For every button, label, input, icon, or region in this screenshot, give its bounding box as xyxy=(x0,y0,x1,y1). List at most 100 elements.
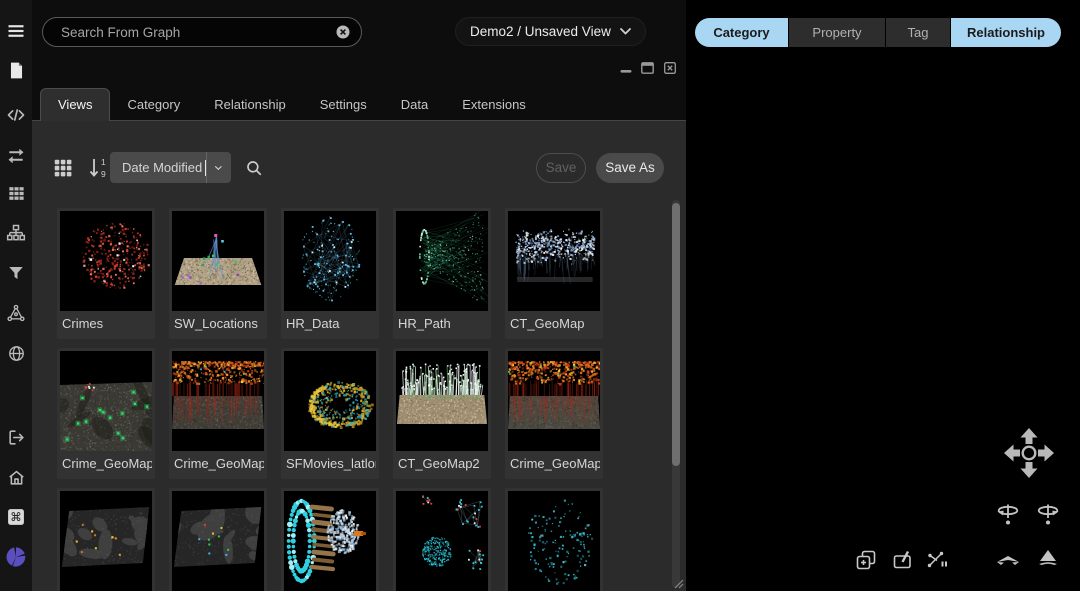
view-card[interactable] xyxy=(169,488,267,591)
project-view-selector[interactable]: Demo2 / Unsaved View xyxy=(455,17,646,46)
view-card-label: HR_Path xyxy=(396,311,488,336)
view-card[interactable]: Crime_GeoMap1 xyxy=(57,348,155,479)
view-card[interactable]: Crimes xyxy=(57,208,155,339)
sign-out-icon[interactable] xyxy=(5,426,27,448)
view-card[interactable]: HR_Path xyxy=(393,208,491,339)
main-tab-bar: Views Category Relationship Settings Dat… xyxy=(32,88,686,121)
svg-text:9: 9 xyxy=(101,169,106,179)
legend-tab-tag[interactable]: Tag xyxy=(886,18,950,47)
close-icon[interactable] xyxy=(663,62,676,75)
sort-field-select[interactable]: Date Modified xyxy=(110,152,231,183)
view-thumbnail xyxy=(60,351,152,451)
view-thumbnail xyxy=(172,211,264,311)
view-thumbnail xyxy=(284,351,376,451)
legend-tab-property[interactable]: Property xyxy=(789,18,885,47)
filter-icon[interactable] xyxy=(5,262,27,284)
sort-field-value: Date Modified xyxy=(110,160,202,175)
view-card[interactable]: Crime_GeoMap2 xyxy=(169,348,267,479)
view-thumbnail xyxy=(396,211,488,311)
home-icon[interactable] xyxy=(5,466,27,488)
view-card-label: HR_Data xyxy=(284,311,376,336)
layout-pause-icon[interactable] xyxy=(926,549,948,571)
view-thumbnail xyxy=(284,211,376,311)
view-thumbnail xyxy=(284,491,376,591)
views-grid: Crimes SW_Locations HR_Data HR_Path CT_GeoMa… xyxy=(57,208,603,591)
grid-view-icon[interactable] xyxy=(52,157,74,179)
search-icon[interactable] xyxy=(245,159,263,177)
view-card-label: SW_Locations xyxy=(172,311,264,336)
code-icon[interactable] xyxy=(5,104,27,126)
sort-numeric-icon[interactable]: 19 xyxy=(88,156,108,180)
maximize-icon[interactable] xyxy=(641,62,654,75)
view-thumbnail xyxy=(508,351,600,451)
view-card[interactable] xyxy=(57,488,155,591)
chevron-down-icon xyxy=(215,164,222,172)
view-card[interactable]: Crime_GeoMap2 xyxy=(505,348,603,479)
pan-left-icon xyxy=(1004,445,1020,462)
pan-down-icon xyxy=(1021,462,1038,478)
table-icon[interactable] xyxy=(5,182,27,204)
rotate-right-icon[interactable] xyxy=(1035,502,1061,528)
main-panel: Demo2 / Unsaved View Views Category Rela… xyxy=(32,0,686,591)
tilt-up-icon[interactable] xyxy=(1035,546,1061,568)
legend-tab-bar: Category Property Tag Relationship xyxy=(695,18,1061,47)
graph-canvas-panel[interactable]: Category Property Tag Relationship xyxy=(686,0,1080,591)
menu-icon[interactable] xyxy=(5,20,27,42)
minimize-icon[interactable] xyxy=(619,62,632,75)
chevron-down-icon xyxy=(620,28,631,35)
view-card[interactable]: CT_GeoMap2 xyxy=(393,348,491,479)
view-card[interactable]: HR_Data xyxy=(281,208,379,339)
tab-category[interactable]: Category xyxy=(110,89,197,120)
view-card[interactable] xyxy=(393,488,491,591)
select-divider xyxy=(206,152,207,183)
command-icon[interactable]: ⌘ xyxy=(5,506,27,528)
pan-dpad[interactable] xyxy=(999,423,1059,483)
pan-up-icon xyxy=(1021,428,1038,444)
legend-tab-category[interactable]: Category xyxy=(695,18,788,47)
rotate-left-icon[interactable] xyxy=(995,502,1021,528)
tab-data[interactable]: Data xyxy=(384,89,445,120)
view-card-label: Crime_GeoMap1 xyxy=(60,451,152,476)
view-thumbnail xyxy=(172,491,264,591)
view-card-label: Crime_GeoMap2 xyxy=(508,451,600,476)
save-button[interactable]: Save xyxy=(536,153,586,183)
globe-icon[interactable] xyxy=(5,342,27,364)
view-card-label: SFMovies_latlon xyxy=(284,451,376,476)
tab-extensions[interactable]: Extensions xyxy=(445,89,543,120)
scrollbar-track[interactable] xyxy=(672,200,680,588)
view-card[interactable]: SFMovies_latlon xyxy=(281,348,379,479)
view-thumbnail xyxy=(60,491,152,591)
view-card-label: Crime_GeoMap2 xyxy=(172,451,264,476)
views-content: 19 Date Modified Save Save As CrimesSW_L… xyxy=(32,121,686,591)
view-card[interactable] xyxy=(281,488,379,591)
view-card-label: Crimes xyxy=(60,311,152,336)
clear-search-icon[interactable] xyxy=(336,25,350,39)
swap-arrows-icon[interactable] xyxy=(5,144,27,166)
view-card[interactable] xyxy=(505,488,603,591)
add-view-icon[interactable] xyxy=(855,549,877,571)
search-input[interactable] xyxy=(43,25,336,40)
document-icon[interactable] xyxy=(5,59,27,81)
graph-search xyxy=(42,17,362,47)
project-view-label: Demo2 / Unsaved View xyxy=(470,24,611,39)
view-thumbnail xyxy=(508,491,600,591)
view-card[interactable]: CT_GeoMap xyxy=(505,208,603,339)
resize-handle-icon[interactable] xyxy=(674,579,684,589)
annotate-icon[interactable] xyxy=(892,549,914,571)
tab-views[interactable]: Views xyxy=(40,88,110,121)
tab-settings[interactable]: Settings xyxy=(303,89,384,120)
tilt-down-icon[interactable] xyxy=(995,546,1021,568)
kineviz-logo-icon[interactable] xyxy=(5,546,27,568)
scrollbar-thumb[interactable] xyxy=(672,203,680,466)
legend-tab-relationship[interactable]: Relationship xyxy=(951,18,1061,47)
svg-text:⌘: ⌘ xyxy=(10,510,22,524)
view-card[interactable]: SW_Locations xyxy=(169,208,267,339)
graph-3d-icon[interactable] xyxy=(5,302,27,324)
main-topbar: Demo2 / Unsaved View xyxy=(32,0,686,88)
svg-text:1: 1 xyxy=(101,157,106,167)
left-sidebar: ⌘ xyxy=(0,0,32,591)
tab-relationship[interactable]: Relationship xyxy=(197,89,303,120)
view-card-label: CT_GeoMap2 xyxy=(396,451,488,476)
save-as-button[interactable]: Save As xyxy=(596,153,664,183)
hierarchy-icon[interactable] xyxy=(5,222,27,244)
